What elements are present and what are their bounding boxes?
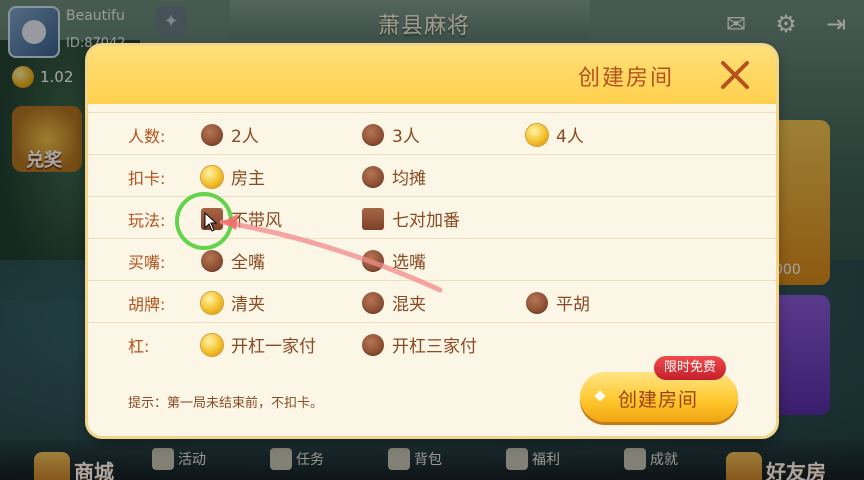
tutorial-arrow-icon bbox=[219, 214, 443, 293]
mouse-cursor-icon bbox=[204, 212, 218, 232]
